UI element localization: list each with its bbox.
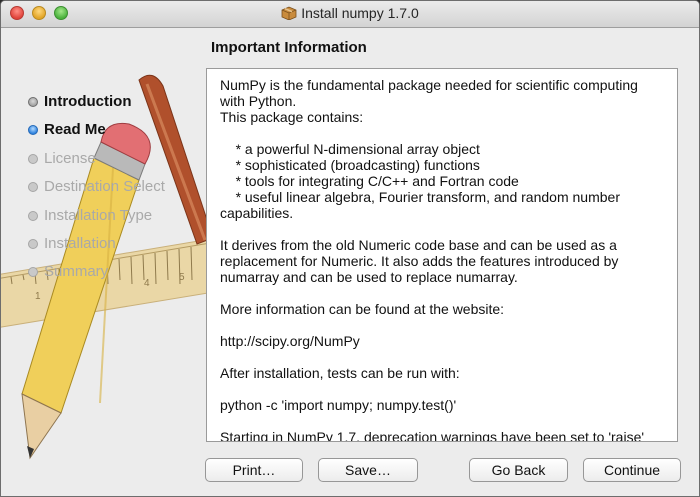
step-status-dot (28, 210, 38, 221)
step-status-dot (28, 238, 38, 249)
step-summary: Summary (28, 263, 165, 291)
installer-window: Install numpy 1.7.0 1 4 5 Introduction R… (0, 0, 700, 497)
save-button[interactable]: Save… (318, 458, 418, 482)
step-status-dot (28, 267, 38, 278)
readme-text: NumPy is the fundamental package needed … (220, 77, 645, 442)
ruler-number-1: 1 (35, 291, 41, 302)
package-icon (281, 6, 297, 20)
step-installation: Installation (28, 235, 165, 263)
step-label: Summary (44, 263, 109, 281)
installer-steps-list: Introduction Read Me License Destination… (28, 93, 165, 292)
step-read-me[interactable]: Read Me (28, 121, 165, 149)
step-destination-select: Destination Select (28, 178, 165, 206)
ruler-number-5: 5 (179, 272, 185, 283)
step-label: Installation Type (44, 206, 153, 224)
title-bar[interactable]: Install numpy 1.7.0 (1, 1, 699, 28)
step-license: License (28, 150, 165, 178)
step-introduction[interactable]: Introduction (28, 93, 165, 121)
step-installation-type: Installation Type (28, 207, 165, 235)
print-button[interactable]: Print… (205, 458, 303, 482)
step-label: License (44, 149, 96, 167)
step-status-dot (28, 153, 38, 164)
step-label: Read Me (44, 121, 106, 139)
step-label: Introduction (44, 93, 132, 110)
step-status-dot (28, 125, 38, 136)
page-heading: Important Information (211, 39, 367, 56)
window-title: Install numpy 1.7.0 (301, 5, 419, 21)
readme-text-area[interactable]: NumPy is the fundamental package needed … (206, 68, 678, 442)
step-label: Destination Select (44, 178, 165, 196)
window-title-wrap: Install numpy 1.7.0 (1, 5, 699, 21)
step-status-dot (28, 97, 38, 107)
continue-button[interactable]: Continue (583, 458, 681, 482)
go-back-button[interactable]: Go Back (469, 458, 568, 482)
step-label: Installation (44, 234, 116, 252)
step-status-dot (28, 182, 38, 193)
